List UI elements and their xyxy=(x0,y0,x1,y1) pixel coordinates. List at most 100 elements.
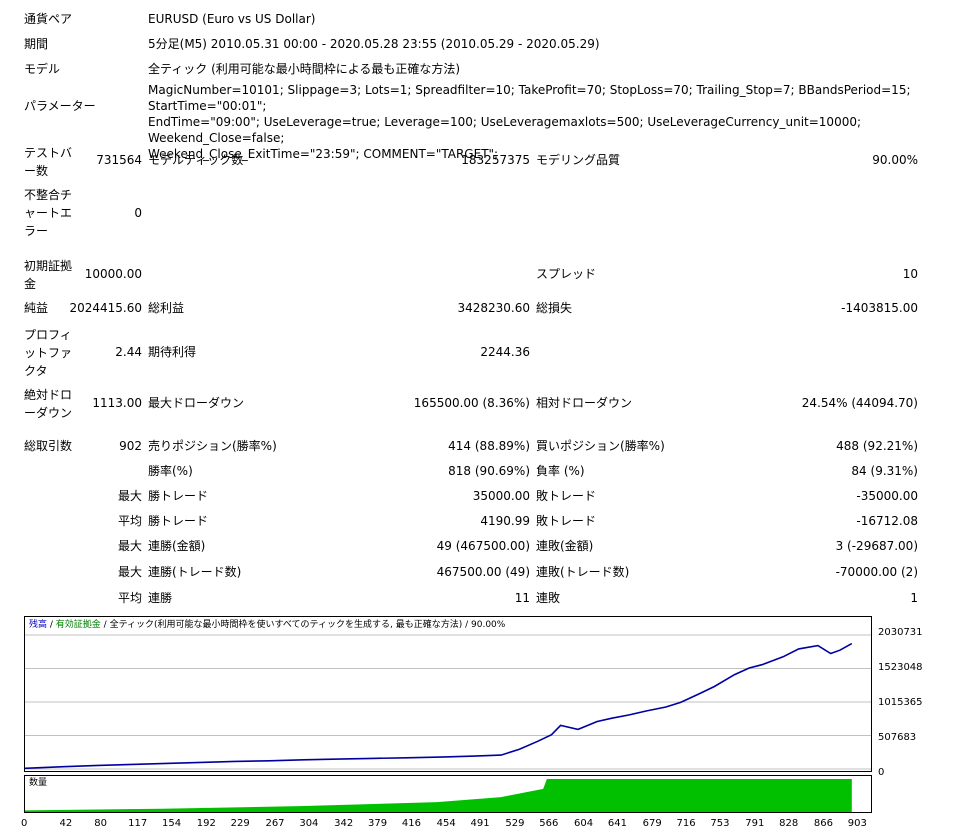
volume-chart: 数量 xyxy=(24,775,872,813)
period-label: 期間 xyxy=(24,37,49,51)
x-tick-label: 791 xyxy=(745,818,765,829)
max-consecutive-trades-win-value: 467500.00 (49) xyxy=(436,565,530,579)
expected-payoff-label: 期待利得 xyxy=(148,345,197,359)
absolute-drawdown-value: 1113.00 xyxy=(92,396,142,410)
label-line: クタ xyxy=(24,364,48,378)
x-tick-label: 679 xyxy=(642,818,662,829)
x-tick-label: 80 xyxy=(94,818,107,829)
average-consecutive-win-label: 連勝 xyxy=(148,591,173,605)
modeling-quality-value: 90.00% xyxy=(872,153,918,167)
volume-chart-svg xyxy=(25,779,852,812)
balance-chart: 残高 / 有効証拠金 / 全ティック(利用可能な最小時間枠を使いすべてのティック… xyxy=(24,616,872,772)
largest-win-label: 勝トレード xyxy=(148,489,209,503)
max-consecutive-trades-win-label: 連勝(トレード数) xyxy=(148,565,242,579)
max-consecutive-trades-loss-value: -70000.00 (2) xyxy=(835,565,918,579)
x-tick-label: 42 xyxy=(59,818,73,829)
mismatched-errors-value: 0 xyxy=(134,206,142,220)
x-tick-label: 229 xyxy=(230,818,250,829)
x-tick-label: 342 xyxy=(334,818,354,829)
average-consecutive-loss-label: 連敗 xyxy=(536,591,561,605)
x-tick-label: 641 xyxy=(607,818,627,829)
legend-separator: / xyxy=(462,620,472,630)
y-tick-label: 2030731 xyxy=(878,627,923,638)
short-positions-value: 414 (88.89%) xyxy=(448,439,530,453)
x-tick-label: 154 xyxy=(162,818,182,829)
average-prefix: 平均 xyxy=(117,514,142,528)
model-ticks-label: モデルティック数 xyxy=(148,153,244,167)
max-consecutive-loss-label: 連敗(金額) xyxy=(536,539,594,553)
x-tick-label: 304 xyxy=(299,818,319,829)
expected-payoff-value: 2244.36 xyxy=(480,345,530,359)
currency-pair-value: EURUSD (Euro vs US Dollar) xyxy=(148,12,316,26)
gross-profit-label: 総利益 xyxy=(148,301,185,315)
x-tick-label: 267 xyxy=(265,818,285,829)
x-tick-label: 604 xyxy=(574,818,594,829)
initial-deposit-value: 10000.00 xyxy=(84,267,142,281)
legend-model: 全ティック(利用可能な最小時間枠を使いすべてのティックを生成する, 最も正確な方… xyxy=(109,620,463,630)
x-tick-label: 566 xyxy=(539,818,559,829)
gross-loss-label: 総損失 xyxy=(536,301,573,315)
profit-trades-label: 勝率(%) xyxy=(148,464,193,478)
modeling-quality-label: モデリング品質 xyxy=(536,153,621,167)
loss-trades-value: 84 (9.31%) xyxy=(851,464,918,478)
parameters-line: EndTime="09:00"; UseLeverage=true; Lever… xyxy=(148,115,862,145)
average-win-label: 勝トレード xyxy=(148,514,209,528)
average-consecutive-loss-value: 1 xyxy=(910,591,918,605)
short-positions-label: 売りポジション(勝率%) xyxy=(148,439,277,453)
model-ticks-value: 183257375 xyxy=(461,153,530,167)
chart-legend: 残高 / 有効証拠金 / 全ティック(利用可能な最小時間枠を使いすべてのティック… xyxy=(29,619,505,631)
x-tick-label: 0 xyxy=(21,818,28,829)
maximal-drawdown-label: 最大ドローダウン xyxy=(148,396,245,410)
legend-separator: / xyxy=(47,620,56,630)
balance-line xyxy=(25,642,853,770)
x-tick-label: 379 xyxy=(368,818,388,829)
gross-loss-value: -1403815.00 xyxy=(841,301,918,315)
legend-quality: 90.00% xyxy=(471,620,506,630)
long-positions-value: 488 (92.21%) xyxy=(836,439,918,453)
average-consecutive-prefix: 平均 xyxy=(117,591,142,605)
long-positions-label: 買いポジション(勝率%) xyxy=(536,439,665,453)
volume-area xyxy=(25,779,852,812)
max-consecutive-win-value: 49 (467500.00) xyxy=(436,539,530,553)
label-line: 不整合チ xyxy=(24,188,73,202)
max-consecutive-trades-loss-label: 連敗(トレード数) xyxy=(536,565,630,579)
label-line: ラー xyxy=(24,224,49,238)
currency-pair-label: 通貨ペア xyxy=(24,12,73,26)
maximal-drawdown-value: 165500.00 (8.36%) xyxy=(413,396,530,410)
period-value: 5分足(M5) 2010.05.31 00:00 - 2020.05.28 23… xyxy=(148,37,600,51)
profit-factor-value: 2.44 xyxy=(115,345,142,359)
x-tick-label: 903 xyxy=(847,818,867,829)
x-tick-label: 866 xyxy=(813,818,833,829)
y-tick-label: 1015365 xyxy=(878,697,923,708)
spread-label: スプレッド xyxy=(536,267,597,281)
total-trades-value: 902 xyxy=(119,439,142,453)
legend-balance: 残高 xyxy=(29,620,48,630)
balance-chart-svg xyxy=(25,634,871,770)
parameters-label: パラメーター xyxy=(24,99,96,113)
y-tick-label: 0 xyxy=(878,767,885,778)
relative-drawdown-value: 24.54% (44094.70) xyxy=(801,396,918,410)
parameters-value: MagicNumber=10101; Slippage=3; Lots=1; S… xyxy=(148,82,938,162)
average-win-value: 4190.99 xyxy=(480,514,530,528)
largest-loss-value: -35000.00 xyxy=(856,489,918,503)
x-tick-label: 716 xyxy=(676,818,696,829)
label-line: プロフィ xyxy=(24,328,72,342)
model-value: 全ティック (利用可能な最小時間枠による最も正確な方法) xyxy=(148,62,461,76)
net-profit-value: 2024415.60 xyxy=(69,301,142,315)
y-tick-label: 507683 xyxy=(878,732,917,743)
average-consecutive-win-value: 11 xyxy=(514,591,530,605)
model-label: モデル xyxy=(24,62,61,76)
average-loss-label: 敗トレード xyxy=(536,514,597,528)
spread-value: 10 xyxy=(902,267,918,281)
max-consecutive-trades-prefix: 最大 xyxy=(117,565,142,579)
max-consecutive-loss-value: 3 (-29687.00) xyxy=(835,539,918,553)
x-tick-label: 454 xyxy=(436,818,456,829)
relative-drawdown-label: 相対ドローダウン xyxy=(536,396,633,410)
legend-equity: 有効証拠金 xyxy=(55,620,101,630)
largest-loss-label: 敗トレード xyxy=(536,489,597,503)
x-tick-label: 117 xyxy=(128,818,148,829)
loss-trades-label: 負率 (%) xyxy=(536,464,585,478)
x-tick-label: 529 xyxy=(505,818,525,829)
x-tick-label: 491 xyxy=(470,818,490,829)
x-tick-label: 416 xyxy=(401,818,421,829)
